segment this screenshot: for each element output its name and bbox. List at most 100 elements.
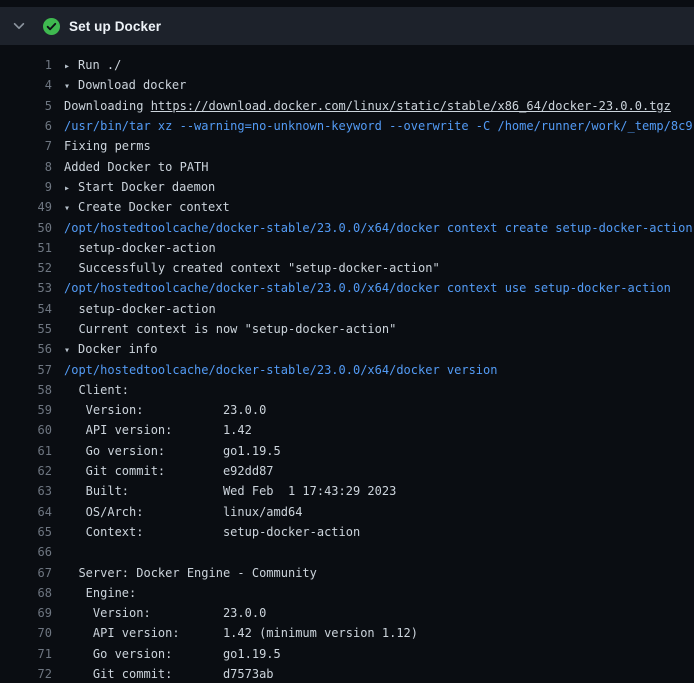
log-line: 64 OS/Arch: linux/amd64	[0, 502, 694, 522]
log-text: setup-docker-action	[64, 302, 216, 316]
line-number[interactable]: 51	[0, 241, 52, 255]
group-expanded-icon[interactable]: ▾	[64, 345, 78, 356]
log-line: 59 Version: 23.0.0	[0, 400, 694, 420]
line-number[interactable]: 72	[0, 667, 52, 681]
step-header[interactable]: Set up Docker	[0, 7, 694, 45]
line-number[interactable]: 9	[0, 180, 52, 194]
line-number[interactable]: 55	[0, 322, 52, 336]
log-line: 69 Version: 23.0.0	[0, 603, 694, 623]
log-text: Added Docker to PATH	[64, 160, 209, 174]
line-number[interactable]: 68	[0, 586, 52, 600]
line-number[interactable]: 69	[0, 606, 52, 620]
line-text: ▸Start Docker daemon	[64, 180, 694, 194]
line-number[interactable]: 8	[0, 160, 52, 174]
line-number[interactable]: 54	[0, 302, 52, 316]
group-collapsed-icon[interactable]: ▸	[64, 183, 78, 194]
log-line: 61 Go version: go1.19.5	[0, 441, 694, 461]
command-text: /opt/hostedtoolcache/docker-stable/23.0.…	[64, 281, 671, 295]
log-text: Start Docker daemon	[78, 180, 215, 194]
line-number[interactable]: 64	[0, 505, 52, 519]
log-line: 67 Server: Docker Engine - Community	[0, 562, 694, 582]
line-number[interactable]: 65	[0, 525, 52, 539]
log-text: Client:	[64, 383, 129, 397]
line-number[interactable]: 66	[0, 545, 52, 559]
line-number[interactable]: 49	[0, 200, 52, 214]
line-number[interactable]: 59	[0, 403, 52, 417]
line-text: Fixing perms	[64, 139, 694, 153]
log-line: 7 Fixing perms	[0, 136, 694, 156]
log-text: Create Docker context	[78, 200, 230, 214]
group-collapsed-icon[interactable]: ▸	[64, 61, 78, 72]
success-check-icon	[43, 18, 60, 35]
line-text: ▾Create Docker context	[64, 200, 694, 214]
log-text: Downloading	[64, 99, 151, 113]
line-number[interactable]: 50	[0, 221, 52, 235]
line-number[interactable]: 63	[0, 484, 52, 498]
line-number[interactable]: 53	[0, 281, 52, 295]
line-number[interactable]: 57	[0, 363, 52, 377]
line-text: Downloading https://download.docker.com/…	[64, 99, 694, 113]
command-text: /opt/hostedtoolcache/docker-stable/23.0.…	[64, 221, 693, 235]
line-text: API version: 1.42 (minimum version 1.12)	[64, 626, 694, 640]
chevron-down-icon[interactable]	[12, 19, 26, 33]
line-number[interactable]: 1	[0, 58, 52, 72]
line-number[interactable]: 61	[0, 444, 52, 458]
line-text: OS/Arch: linux/amd64	[64, 505, 694, 519]
log-text: Context: setup-docker-action	[64, 525, 360, 539]
log-line: 52 Successfully created context "setup-d…	[0, 258, 694, 278]
log-text: OS/Arch: linux/amd64	[64, 505, 302, 519]
line-number[interactable]: 52	[0, 261, 52, 275]
step-title: Set up Docker	[69, 19, 161, 34]
log-line: 72 Git commit: d7573ab	[0, 664, 694, 683]
line-text: Added Docker to PATH	[64, 160, 694, 174]
line-text: ▾Docker info	[64, 342, 694, 356]
line-text: Git commit: d7573ab	[64, 667, 694, 681]
line-number[interactable]: 7	[0, 139, 52, 153]
line-number[interactable]: 4	[0, 78, 52, 92]
log-line: 70 API version: 1.42 (minimum version 1.…	[0, 623, 694, 643]
log-text: Go version: go1.19.5	[64, 647, 281, 661]
log-line: 53/opt/hostedtoolcache/docker-stable/23.…	[0, 278, 694, 298]
group-expanded-icon[interactable]: ▾	[64, 81, 78, 92]
log-line[interactable]: 1▸Run ./	[0, 55, 694, 75]
log-line: 57/opt/hostedtoolcache/docker-stable/23.…	[0, 359, 694, 379]
log-text: Git commit: d7573ab	[64, 667, 274, 681]
log-line: 8 Added Docker to PATH	[0, 156, 694, 176]
log-line: 71 Go version: go1.19.5	[0, 644, 694, 664]
line-text: Version: 23.0.0	[64, 403, 694, 417]
log-line[interactable]: 56 ▾Docker info	[0, 339, 694, 359]
log-line: 65 Context: setup-docker-action	[0, 522, 694, 542]
line-number[interactable]: 62	[0, 464, 52, 478]
log-line: 68 Engine:	[0, 583, 694, 603]
log-line: 6/usr/bin/tar xz --warning=no-unknown-ke…	[0, 116, 694, 136]
line-number[interactable]: 5	[0, 99, 52, 113]
log-line[interactable]: 9 ▸Start Docker daemon	[0, 177, 694, 197]
log-text: Go version: go1.19.5	[64, 444, 281, 458]
log-link[interactable]: https://download.docker.com/linux/static…	[151, 99, 671, 113]
line-number[interactable]: 56	[0, 342, 52, 356]
log-line[interactable]: 4▾Download docker	[0, 75, 694, 95]
log-line: 63 Built: Wed Feb 1 17:43:29 2023	[0, 481, 694, 501]
line-text: Engine:	[64, 586, 694, 600]
line-text: /opt/hostedtoolcache/docker-stable/23.0.…	[64, 221, 694, 235]
log-line: 66	[0, 542, 694, 562]
line-number[interactable]: 60	[0, 423, 52, 437]
line-number[interactable]: 6	[0, 119, 52, 133]
line-text: /opt/hostedtoolcache/docker-stable/23.0.…	[64, 281, 694, 295]
group-expanded-icon[interactable]: ▾	[64, 203, 78, 214]
log-line[interactable]: 49 ▾Create Docker context	[0, 197, 694, 217]
line-text: /usr/bin/tar xz --warning=no-unknown-key…	[64, 119, 694, 133]
line-text: Current context is now "setup-docker-act…	[64, 322, 694, 336]
line-number[interactable]: 58	[0, 383, 52, 397]
line-number[interactable]: 71	[0, 647, 52, 661]
log-text: setup-docker-action	[64, 241, 216, 255]
line-text: setup-docker-action	[64, 302, 694, 316]
log-text: Git commit: e92dd87	[64, 464, 274, 478]
line-text: Git commit: e92dd87	[64, 464, 694, 478]
line-number[interactable]: 67	[0, 566, 52, 580]
log-line: 54 setup-docker-action	[0, 299, 694, 319]
line-text: setup-docker-action	[64, 241, 694, 255]
line-number[interactable]: 70	[0, 626, 52, 640]
log-body: 1▸Run ./4▾Download docker5Downloading ht…	[0, 45, 694, 683]
log-text: Built: Wed Feb 1 17:43:29 2023	[64, 484, 396, 498]
